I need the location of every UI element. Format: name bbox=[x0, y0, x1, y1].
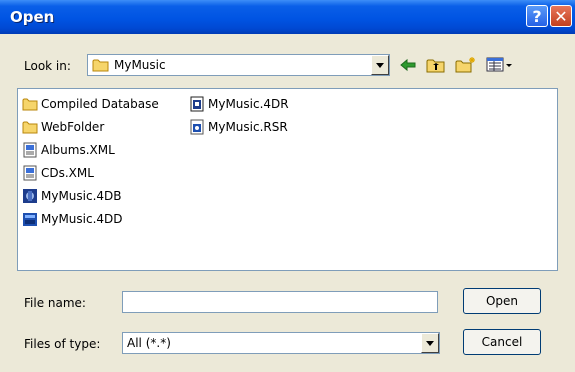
file-name-label: File name: bbox=[24, 296, 86, 310]
xml-file-icon bbox=[23, 142, 37, 158]
close-icon: ✕ bbox=[554, 7, 568, 26]
look-in-select[interactable]: MyMusic bbox=[87, 54, 390, 76]
file-name-label: Albums.XML bbox=[41, 143, 115, 157]
look-in-value: MyMusic bbox=[114, 58, 166, 72]
file-name-label: Compiled Database bbox=[41, 97, 159, 111]
4dd-file-icon bbox=[23, 213, 37, 226]
list-item[interactable]: WebFolder bbox=[22, 118, 104, 136]
file-list[interactable]: Compiled Database WebFolder Albums.XML C… bbox=[17, 88, 558, 271]
file-name-label: MyMusic.RSR bbox=[208, 120, 288, 134]
back-arrow-icon[interactable] bbox=[399, 56, 417, 74]
folder-icon bbox=[22, 121, 38, 134]
open-button[interactable]: Open bbox=[463, 288, 541, 314]
files-of-type-value: All (*.*) bbox=[127, 336, 171, 350]
files-of-type-select[interactable]: All (*.*) bbox=[122, 332, 440, 354]
file-name-input[interactable] bbox=[122, 291, 438, 313]
title-bar[interactable]: Open ? ✕ bbox=[0, 0, 575, 34]
file-name-label: MyMusic.4DR bbox=[208, 97, 289, 111]
rsr-file-icon bbox=[190, 119, 204, 135]
file-name-label: WebFolder bbox=[41, 120, 105, 134]
view-menu-icon[interactable] bbox=[486, 56, 514, 74]
up-folder-icon[interactable] bbox=[426, 56, 446, 74]
list-item[interactable]: Compiled Database bbox=[22, 95, 159, 113]
dialog-title: Open bbox=[10, 8, 55, 26]
4dr-file-icon bbox=[190, 96, 204, 112]
list-item[interactable]: MyMusic.RSR bbox=[189, 118, 288, 136]
4db-file-icon bbox=[23, 189, 37, 203]
list-item[interactable]: Albums.XML bbox=[22, 141, 115, 159]
xml-file-icon bbox=[23, 165, 37, 181]
help-icon: ? bbox=[532, 7, 542, 26]
open-dialog: Open ? ✕ Look in: MyMusic Compiled Datab… bbox=[0, 0, 575, 372]
file-name-label: MyMusic.4DB bbox=[41, 189, 122, 203]
new-folder-icon[interactable] bbox=[455, 56, 477, 74]
look-in-dropdown-button[interactable] bbox=[371, 55, 389, 75]
look-in-label: Look in: bbox=[24, 59, 71, 73]
close-button[interactable]: ✕ bbox=[550, 5, 572, 27]
file-name-label: MyMusic.4DD bbox=[41, 212, 123, 226]
list-item[interactable]: MyMusic.4DB bbox=[22, 187, 122, 205]
cancel-button[interactable]: Cancel bbox=[463, 329, 541, 355]
help-button[interactable]: ? bbox=[526, 5, 548, 27]
list-item[interactable]: MyMusic.4DR bbox=[189, 95, 289, 113]
list-item[interactable]: CDs.XML bbox=[22, 164, 94, 182]
files-of-type-dropdown-button[interactable] bbox=[421, 333, 439, 353]
files-of-type-label: Files of type: bbox=[24, 337, 101, 351]
folder-icon bbox=[92, 59, 109, 72]
file-name-label: CDs.XML bbox=[41, 166, 94, 180]
list-item[interactable]: MyMusic.4DD bbox=[22, 210, 123, 228]
folder-icon bbox=[22, 98, 38, 111]
